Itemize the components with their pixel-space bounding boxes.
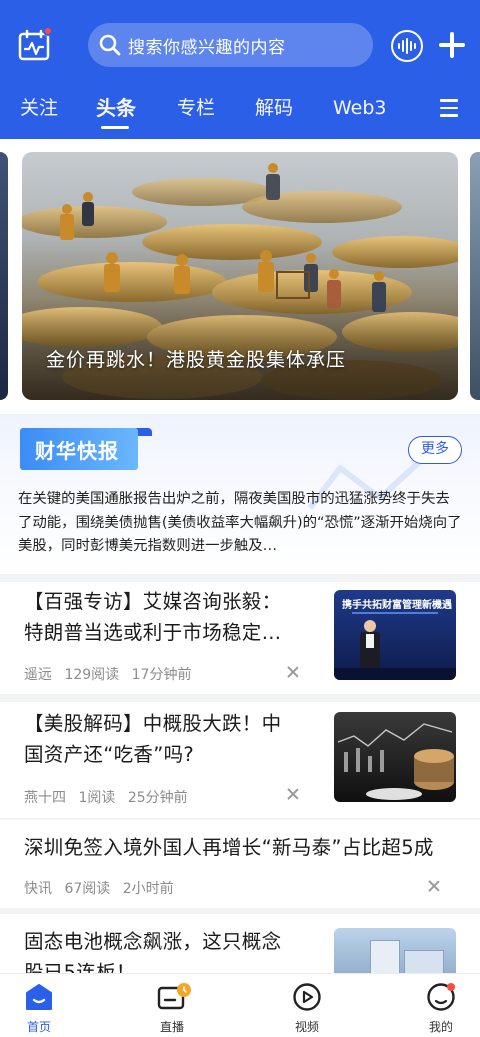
bottom-nav: 首页 直播 视频 我的	[0, 973, 480, 1037]
profile-icon	[426, 982, 456, 1012]
tab-web3[interactable]: Web3	[333, 92, 387, 124]
article-time: 25分钟前	[127, 790, 188, 806]
article-thumbnail	[334, 928, 456, 973]
article-title-line1: 【百强专访】艾媒咨询张毅：	[24, 590, 282, 613]
banner-next-slide[interactable]	[470, 152, 480, 400]
banner-prev-slide[interactable]	[0, 152, 8, 400]
article-title-line2: 股已5连板！	[24, 961, 136, 973]
home-icon	[24, 982, 54, 1012]
top-header: 搜索你感兴趣的内容 关注 头条 专栏 解码 Web3	[0, 0, 480, 139]
article-reads: 1阅读	[78, 790, 116, 806]
live-icon	[157, 982, 191, 1012]
article-meta: 快讯 67阅读 2小时前	[24, 878, 182, 898]
article-thumbnail	[334, 712, 456, 802]
dismiss-icon[interactable]	[428, 880, 440, 892]
quick-news-badge: 财华快报	[20, 428, 138, 470]
search-placeholder: 搜索你感兴趣的内容	[128, 37, 286, 58]
more-button[interactable]: 更多	[408, 436, 462, 464]
article-author: 快讯	[24, 881, 52, 897]
dismiss-icon[interactable]	[287, 666, 299, 678]
search-bar[interactable]: 搜索你感兴趣的内容	[88, 23, 373, 67]
banner-title: 金价再跳水！港股黄金股集体承压	[46, 349, 347, 371]
menu-icon[interactable]	[440, 99, 458, 117]
nav-video-label: 视频	[294, 1020, 319, 1034]
banner-slide[interactable]: 金价再跳水！港股黄金股集体承压	[22, 152, 458, 400]
article-time: 2小时前	[122, 881, 174, 897]
nav-home-label: 首页	[26, 1020, 51, 1034]
tab-headlines[interactable]: 头条	[96, 92, 136, 124]
nav-video[interactable]: 视频	[277, 982, 337, 1035]
add-icon[interactable]	[439, 32, 465, 58]
dismiss-icon[interactable]	[287, 788, 299, 800]
article-author: 遥远	[24, 667, 52, 683]
article-item[interactable]: 固态电池概念飙涨，这只概念 股已5连板！	[0, 914, 480, 973]
quick-news-title: 财华快报	[35, 439, 119, 463]
active-tab-indicator	[101, 126, 129, 129]
article-reads: 67阅读	[64, 881, 111, 897]
article-time: 17分钟前	[131, 667, 192, 683]
article-title-line1: 【美股解码】中概股大跌！中	[24, 712, 282, 735]
article-author: 燕十四	[24, 790, 66, 806]
article-item[interactable]: 【百强专访】艾媒咨询张毅： 特朗普当选或利于市场稳定… 遥远 129阅读 17分…	[0, 582, 480, 694]
tab-follow[interactable]: 关注	[20, 92, 58, 124]
nav-profile[interactable]: 我的	[411, 982, 471, 1035]
channel-tabs: 关注 头条 专栏 解码 Web3	[0, 92, 480, 129]
tab-column[interactable]: 专栏	[177, 92, 215, 124]
article-item[interactable]: 深圳免签入境外国人再增长“新马泰”占比超5成 快讯 67阅读 2小时前	[0, 820, 480, 908]
article-item[interactable]: 【美股解码】中概股大跌！中 国资产还“吃香”吗? 燕十四 1阅读 25分钟前	[0, 702, 480, 818]
tab-decode[interactable]: 解码	[255, 92, 293, 124]
article-title-line2: 特朗普当选或利于市场稳定…	[24, 621, 282, 644]
app-screen: 搜索你感兴趣的内容 关注 头条 专栏 解码 Web3 金价再跳水！港股黄金股集体…	[0, 0, 480, 1037]
voice-search-icon[interactable]	[391, 30, 423, 62]
calendar-icon[interactable]	[18, 26, 53, 61]
nav-profile-label: 我的	[428, 1020, 453, 1034]
nav-live[interactable]: 直播	[142, 982, 202, 1035]
search-icon	[99, 34, 121, 56]
nav-live-label: 直播	[159, 1020, 184, 1034]
video-icon	[292, 982, 322, 1012]
section-divider	[0, 574, 480, 582]
article-title-line2: 国资产还“吃香”吗?	[24, 743, 195, 766]
article-reads: 129阅读	[64, 667, 120, 683]
notification-dot	[43, 26, 53, 36]
article-meta: 遥远 129阅读 17分钟前	[24, 664, 199, 684]
article-meta: 燕十四 1阅读 25分钟前	[24, 787, 196, 807]
thumbnail-caption: 携手共拓财富管理新機遇	[342, 600, 452, 611]
article-title: 深圳免签入境外国人再增长“新马泰”占比超5成	[24, 836, 434, 859]
article-thumbnail: 携手共拓财富管理新機遇	[334, 590, 456, 680]
quick-news-text: 在关键的美国通胀报告出炉之前，隔夜美国股市的迅猛涨势终于失去了动能，围绕美债抛售…	[18, 491, 462, 554]
article-title-line1: 固态电池概念飙涨，这只概念	[24, 930, 282, 953]
quick-news-card[interactable]: 财华快报 更多 在关键的美国通胀报告出炉之前，隔夜美国股市的迅猛涨势终于失去了动…	[0, 414, 480, 574]
section-divider	[0, 694, 480, 702]
nav-home[interactable]: 首页	[9, 982, 69, 1035]
